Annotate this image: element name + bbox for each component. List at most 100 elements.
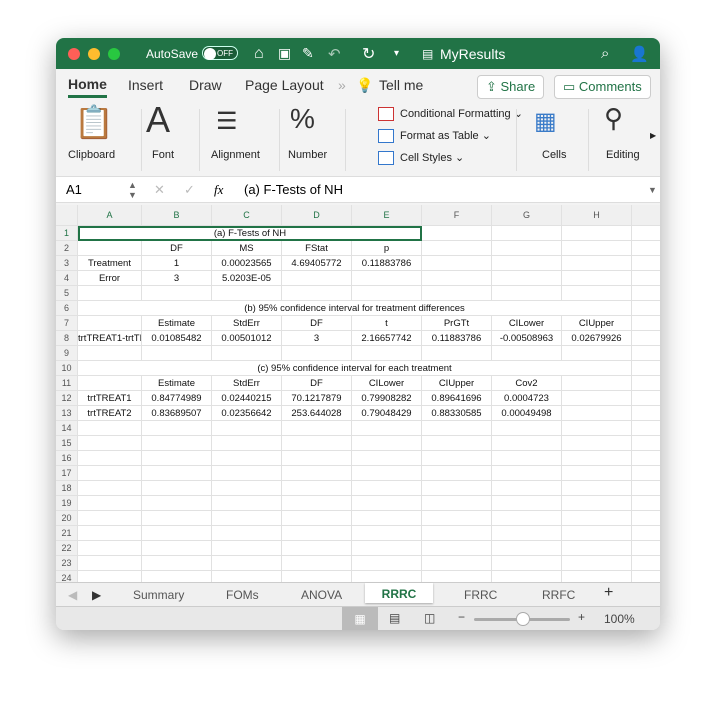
cell[interactable] [142,541,212,556]
cell[interactable]: trtTREAT2 [78,406,142,421]
cell[interactable]: trtTREAT1 [78,391,142,406]
cell[interactable]: t [352,316,422,331]
row-header-3[interactable]: 3 [56,256,78,271]
row-header-8[interactable]: 8 [56,331,78,346]
cell[interactable] [142,451,212,466]
cell[interactable] [282,451,352,466]
cell[interactable] [632,511,660,526]
column-header-H[interactable]: H [562,205,632,226]
cell[interactable]: 0.01085482 [142,331,212,346]
cell[interactable] [282,481,352,496]
prev-sheet-icon[interactable]: ◀ [68,588,77,602]
cell[interactable]: 0.02356642 [212,406,282,421]
row-header-4[interactable]: 4 [56,271,78,286]
cell[interactable] [632,346,660,361]
cell[interactable] [492,286,562,301]
row-header-10[interactable]: 10 [56,361,78,376]
cell[interactable]: CILower [352,376,422,391]
cell[interactable] [212,511,282,526]
cell[interactable]: 4.69405772 [282,256,352,271]
cell[interactable] [212,481,282,496]
tab-draw[interactable]: Draw [189,77,222,93]
cell[interactable]: PrGTt [422,316,492,331]
cell[interactable] [632,421,660,436]
cell[interactable] [78,556,142,571]
function-icon[interactable]: fx [214,182,223,198]
cell[interactable]: 0.83689507 [142,406,212,421]
cell[interactable] [562,511,632,526]
row-header-12[interactable]: 12 [56,391,78,406]
cell[interactable] [78,316,142,331]
cell[interactable] [562,541,632,556]
row-header-15[interactable]: 15 [56,436,78,451]
cell[interactable] [422,256,492,271]
autosave-toggle[interactable]: OFF [202,46,238,60]
home-icon[interactable]: ⌂ [254,45,264,63]
cell[interactable] [422,346,492,361]
cell[interactable] [492,466,562,481]
share-button[interactable]: ⇪ Share [477,75,545,99]
row-header-16[interactable]: 16 [56,451,78,466]
column-header-partial[interactable] [632,205,660,226]
sheet-tab-frrc[interactable]: FRRC [464,588,497,602]
name-box-stepper[interactable]: ▲ ▼ [128,180,137,200]
cell[interactable] [632,286,660,301]
cell[interactable] [142,436,212,451]
zoom-out-button[interactable]: − [458,610,465,624]
cell[interactable]: Estimate [142,316,212,331]
merged-title-cell[interactable]: (a) F-Tests of NH [78,226,422,241]
cell[interactable] [78,286,142,301]
add-sheet-button[interactable]: + [604,584,613,602]
cells-group[interactable]: Cells [542,149,566,161]
cell[interactable]: Error [78,271,142,286]
row-header-23[interactable]: 23 [56,556,78,571]
sheet-tab-foms[interactable]: FOMs [226,588,259,602]
cell[interactable] [422,421,492,436]
cell[interactable] [492,226,562,241]
cell[interactable]: 2.16657742 [352,331,422,346]
cell[interactable] [492,556,562,571]
cell[interactable] [212,541,282,556]
cell[interactable]: 0.00501012 [212,331,282,346]
zoom-in-button[interactable]: + [578,610,585,624]
column-header-F[interactable]: F [422,205,492,226]
cell[interactable] [632,541,660,556]
cell[interactable] [212,421,282,436]
cell[interactable] [562,226,632,241]
font-icon[interactable]: A [146,99,170,141]
cell[interactable]: 0.89641696 [422,391,492,406]
cell[interactable] [492,526,562,541]
cell[interactable]: 0.00049498 [492,406,562,421]
cell[interactable]: 0.0004723 [492,391,562,406]
merged-title-cell[interactable]: (c) 95% confidence interval for each tre… [78,361,632,376]
cell[interactable]: StdErr [212,316,282,331]
close-button[interactable] [68,47,80,60]
cell[interactable]: 0.11883786 [352,256,422,271]
cell[interactable] [422,481,492,496]
cell[interactable] [352,421,422,436]
cell[interactable] [352,346,422,361]
cell[interactable] [282,571,352,582]
cell[interactable] [422,511,492,526]
expand-formula-icon[interactable]: ▼ [648,185,657,195]
cell[interactable] [492,541,562,556]
cell[interactable] [562,466,632,481]
cell[interactable] [142,346,212,361]
cell[interactable] [212,451,282,466]
minimize-button[interactable] [88,47,100,60]
cell[interactable] [562,256,632,271]
cell[interactable] [422,241,492,256]
normal-view-icon[interactable]: ▦ [342,607,378,630]
cell[interactable]: Cov2 [492,376,562,391]
cell[interactable] [632,571,660,582]
cell[interactable] [562,241,632,256]
cell[interactable] [422,526,492,541]
cell[interactable] [562,406,632,421]
cell[interactable] [142,286,212,301]
cell[interactable] [492,271,562,286]
alignment-group[interactable]: Alignment [211,149,260,161]
cell[interactable]: -0.00508963 [492,331,562,346]
cell[interactable] [78,376,142,391]
sheet-tab-anova[interactable]: ANOVA [301,588,342,602]
cell[interactable]: CILower [492,316,562,331]
